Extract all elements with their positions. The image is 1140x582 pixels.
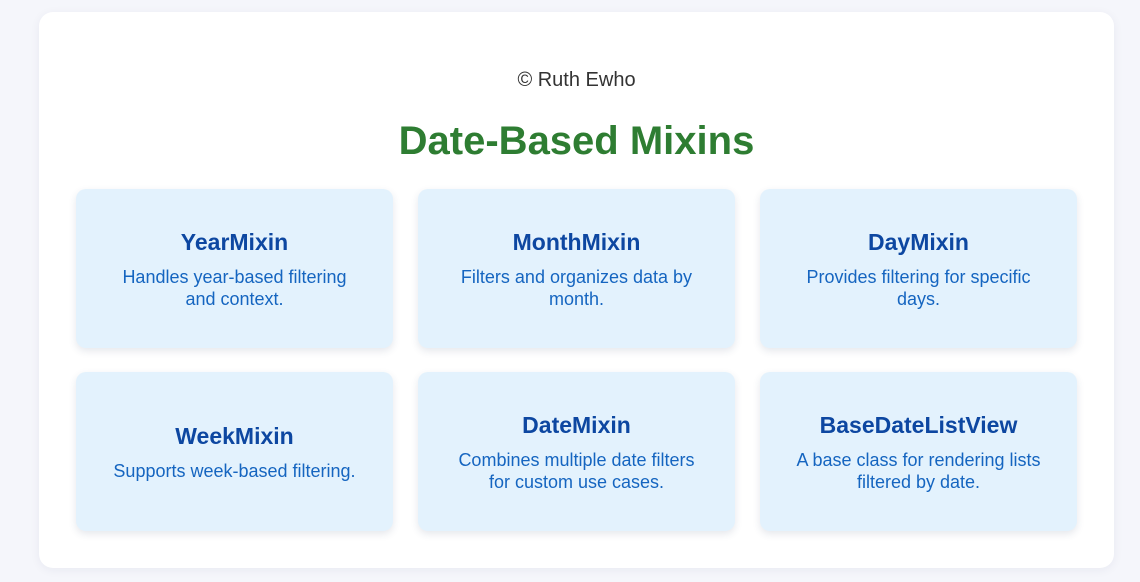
card-description: Filters and organizes data by month.: [460, 266, 693, 309]
card-date-mixin: DateMixin Combines multiple date filters…: [418, 372, 735, 531]
card-description: A base class for rendering lists filtere…: [796, 449, 1041, 492]
copyright-text: © Ruth Ewho: [517, 69, 636, 91]
mixin-card-grid: YearMixin Handles year-based filtering a…: [76, 189, 1077, 531]
card-week-mixin: WeekMixin Supports week-based filtering.: [76, 372, 393, 531]
card-year-mixin: YearMixin Handles year-based filtering a…: [76, 189, 393, 348]
card-description: Combines multiple date filters for custo…: [458, 449, 695, 492]
card-title: DayMixin: [868, 228, 969, 255]
card-title: DateMixin: [522, 411, 631, 438]
card-title: WeekMixin: [175, 422, 294, 449]
card-title: MonthMixin: [512, 228, 641, 255]
card-month-mixin: MonthMixin Filters and organizes data by…: [418, 189, 735, 348]
card-title: BaseDateListView: [819, 411, 1018, 438]
card-base-date-list-view: BaseDateListView A base class for render…: [760, 372, 1077, 531]
card-description: Handles year-based filtering and context…: [122, 266, 347, 309]
card-day-mixin: DayMixin Provides filtering for specific…: [760, 189, 1077, 348]
page-title: Date-Based Mixins: [398, 119, 755, 163]
card-description: Provides filtering for specific days.: [806, 266, 1031, 309]
card-description: Supports week-based filtering.: [113, 460, 356, 481]
card-title: YearMixin: [180, 228, 289, 255]
main-container: © Ruth Ewho Date-Based Mixins YearMixin …: [39, 12, 1114, 568]
